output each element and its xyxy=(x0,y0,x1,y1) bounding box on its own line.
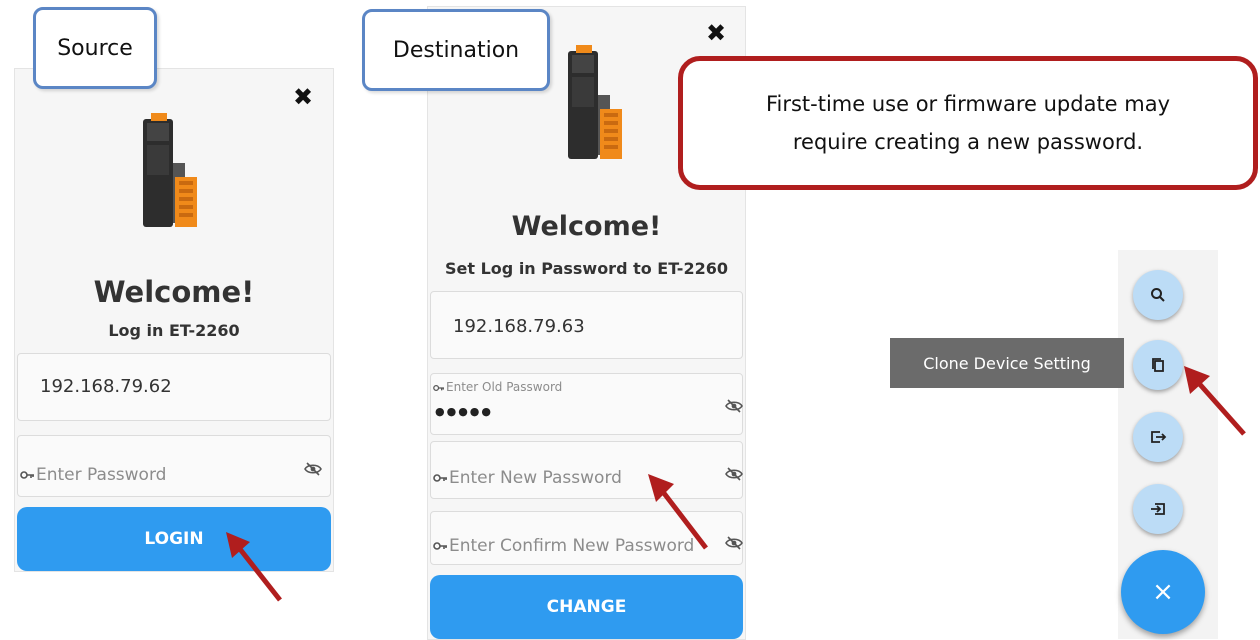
eye-off-icon[interactable] xyxy=(725,399,743,413)
search-button[interactable] xyxy=(1133,270,1183,320)
eye-off-icon[interactable] xyxy=(725,536,743,550)
pointer-arrow xyxy=(648,474,708,550)
eye-off-icon[interactable] xyxy=(725,467,743,481)
search-icon xyxy=(1151,288,1165,302)
close-icon: × xyxy=(1152,577,1174,607)
change-button[interactable]: CHANGE xyxy=(430,575,743,639)
key-icon xyxy=(433,474,447,482)
set-password-subtitle: Set Log in Password to ET-2260 xyxy=(445,259,728,278)
source-login-panel: ✖ Welcome! Log in ET-2260 192.168.79.62 … xyxy=(14,68,334,572)
copy-icon xyxy=(1152,358,1164,372)
key-icon xyxy=(433,542,447,550)
ip-address-field[interactable]: 192.168.79.62 xyxy=(17,353,331,421)
close-icon[interactable]: ✖ xyxy=(706,21,726,45)
import-button[interactable] xyxy=(1133,484,1183,534)
ip-address-field[interactable]: 192.168.79.63 xyxy=(430,291,743,359)
key-icon xyxy=(20,471,34,479)
note-line-1: First-time use or firmware update may xyxy=(765,92,1171,116)
device-image xyxy=(143,113,197,227)
import-icon xyxy=(1151,503,1165,515)
destination-tag: Destination xyxy=(362,9,550,91)
new-password-placeholder: Enter New Password xyxy=(449,468,622,488)
eye-off-icon[interactable] xyxy=(304,462,322,476)
close-icon[interactable]: ✖ xyxy=(293,85,313,109)
export-icon xyxy=(1151,431,1167,443)
clone-device-tooltip: Clone Device Setting xyxy=(890,338,1124,388)
old-password-value: ●●●●● xyxy=(435,405,493,418)
old-password-field[interactable]: Enter Old Password ●●●●● xyxy=(430,373,743,435)
device-image xyxy=(568,45,622,159)
pointer-arrow xyxy=(1184,366,1246,436)
key-icon xyxy=(433,384,444,391)
close-fab-button[interactable]: × xyxy=(1121,550,1205,634)
old-password-label: Enter Old Password xyxy=(446,380,563,394)
welcome-heading: Welcome! xyxy=(511,211,662,242)
password-field[interactable]: Enter Password xyxy=(17,435,331,497)
password-note-callout: First-time use or firmware update may re… xyxy=(678,56,1258,190)
login-subtitle: Log in ET-2260 xyxy=(108,321,240,340)
ip-address-value: 192.168.79.63 xyxy=(453,316,585,337)
password-placeholder: Enter Password xyxy=(36,465,167,485)
welcome-heading: Welcome! xyxy=(93,275,255,309)
source-tag: Source xyxy=(33,7,157,89)
ip-address-value: 192.168.79.62 xyxy=(40,376,172,397)
pointer-arrow xyxy=(226,532,282,602)
note-line-2: require creating a new password. xyxy=(792,130,1144,154)
